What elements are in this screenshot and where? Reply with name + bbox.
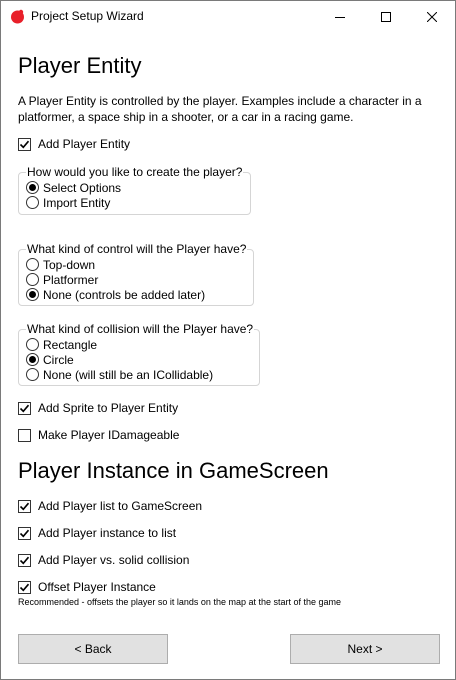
checkbox-box[interactable] — [18, 553, 31, 567]
close-button[interactable] — [409, 1, 455, 32]
create-player-group-label: How would you like to create the player? — [26, 165, 244, 179]
red-app-icon — [11, 9, 24, 24]
checkbox-label: Add Sprite to Player Entity — [38, 401, 179, 415]
minimize-button[interactable] — [317, 1, 363, 32]
checkbox-box[interactable] — [18, 526, 31, 540]
checkmark-icon — [19, 556, 30, 564]
next-button[interactable]: Next > — [290, 634, 440, 664]
checkmark-icon — [19, 583, 30, 591]
radio-platformer[interactable]: Platformer — [26, 272, 98, 287]
player-entity-heading: Player Entity — [18, 53, 142, 78]
checkbox-box[interactable] — [18, 401, 31, 415]
offset-note: Recommended - offsets the player so it l… — [18, 597, 342, 607]
checkbox-label: Add Player vs. solid collision — [38, 553, 190, 567]
offset-player-checkbox[interactable]: Offset Player Instance — [18, 579, 156, 595]
checkbox-label: Add Player Entity — [38, 137, 131, 151]
maximize-icon — [381, 11, 391, 22]
checkbox-box[interactable] — [18, 137, 31, 151]
radio-label: None (will still be an ICollidable) — [43, 367, 214, 382]
minimize-icon — [335, 16, 345, 18]
radio-label: Platformer — [43, 272, 99, 287]
window-title: Project Setup Wizard — [31, 9, 144, 23]
radio-no-controls[interactable]: None (controls be added later) — [26, 287, 205, 302]
radio-button[interactable] — [26, 353, 39, 366]
checkbox-label: Add Player instance to list — [38, 526, 177, 540]
checkbox-box[interactable] — [18, 499, 31, 513]
collision-group-label: What kind of collision will the Player h… — [26, 322, 255, 336]
checkmark-icon — [19, 502, 30, 510]
player-instance-heading: Player Instance in GameScreen — [18, 458, 329, 483]
radio-rectangle[interactable]: Rectangle — [26, 337, 97, 352]
add-player-instance-checkbox[interactable]: Add Player instance to list — [18, 525, 176, 541]
back-button[interactable]: < Back — [18, 634, 168, 664]
control-group-label: What kind of control will the Player hav… — [26, 242, 248, 256]
radio-button[interactable] — [26, 288, 39, 301]
radio-label: Circle — [43, 352, 74, 367]
close-icon — [427, 11, 437, 22]
radio-button[interactable] — [26, 273, 39, 286]
radio-select-options[interactable]: Select Options — [26, 180, 121, 195]
radio-label: Rectangle — [43, 337, 98, 352]
radio-top-down[interactable]: Top-down — [26, 257, 95, 272]
checkbox-label: Make Player IDamageable — [38, 428, 180, 442]
radio-button[interactable] — [26, 181, 39, 194]
radio-import-entity[interactable]: Import Entity — [26, 195, 110, 210]
radio-no-collision[interactable]: None (will still be an ICollidable) — [26, 367, 213, 382]
radio-button[interactable] — [26, 196, 39, 209]
player-entity-description: A Player Entity is controlled by the pla… — [18, 94, 422, 124]
checkbox-box[interactable] — [18, 428, 31, 442]
radio-label: Select Options — [43, 180, 122, 195]
checkbox-label: Add Player list to GameScreen — [38, 499, 203, 513]
wizard-window: Project Setup Wizard Player Entity A Pla… — [0, 0, 456, 680]
radio-label: Import Entity — [43, 195, 111, 210]
radio-label: None (controls be added later) — [43, 287, 206, 302]
checkbox-box[interactable] — [18, 580, 31, 594]
damageable-checkbox[interactable]: Make Player IDamageable — [18, 427, 179, 443]
checkmark-icon — [19, 140, 30, 148]
add-player-list-checkbox[interactable]: Add Player list to GameScreen — [18, 498, 202, 514]
checkbox-label: Offset Player Instance — [38, 580, 156, 594]
title-bar[interactable]: Project Setup Wizard — [1, 1, 455, 32]
radio-button[interactable] — [26, 368, 39, 381]
add-sprite-checkbox[interactable]: Add Sprite to Player Entity — [18, 400, 178, 416]
radio-button[interactable] — [26, 258, 39, 271]
add-collision-checkbox[interactable]: Add Player vs. solid collision — [18, 552, 189, 568]
add-player-entity-checkbox[interactable]: Add Player Entity — [18, 136, 130, 152]
checkmark-icon — [19, 529, 30, 537]
maximize-button[interactable] — [363, 1, 409, 32]
radio-label: Top-down — [43, 257, 96, 272]
checkmark-icon — [19, 404, 30, 412]
radio-button[interactable] — [26, 338, 39, 351]
radio-circle[interactable]: Circle — [26, 352, 74, 367]
